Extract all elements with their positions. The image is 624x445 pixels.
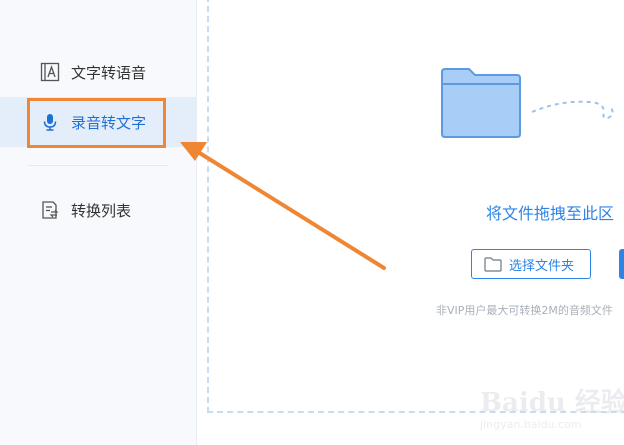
watermark-brand: Baidu 经验 (480, 388, 624, 418)
dashed-path-decoration (530, 90, 624, 134)
sidebar-item-label: 录音转文字 (71, 113, 147, 132)
choose-folder-button[interactable]: 选择文件夹 (471, 249, 591, 279)
baidu-watermark-logo: Baidu 经验 jingyan.baidu.com (478, 380, 624, 440)
sidebar: 文字转语音 录音转文字 转换列表 (0, 0, 197, 445)
sidebar-item-conversion-list[interactable]: 转换列表 (0, 185, 196, 235)
sidebar-divider (28, 165, 168, 166)
sidebar-item-text-to-speech[interactable]: 文字转语音 (0, 47, 196, 97)
folder-illustration-icon (441, 68, 521, 142)
upload-limit-text: 非VIP用户最大可转换2M的音频文件 (436, 304, 613, 317)
sidebar-item-label: 转换列表 (71, 201, 132, 220)
text-a-icon (40, 62, 60, 82)
app-window: 文字转语音 录音转文字 转换列表 将文件拖拽至此区 选择文件夹 非VIP用户最大… (0, 0, 624, 445)
list-document-icon (40, 200, 60, 220)
watermark-url: jingyan.baidu.com (480, 418, 582, 431)
drop-instruction-text: 将文件拖拽至此区 (486, 204, 615, 223)
choose-folder-label: 选择文件夹 (509, 258, 575, 274)
upload-button[interactable] (619, 249, 624, 279)
folder-icon (484, 256, 502, 272)
sidebar-item-speech-to-text[interactable]: 录音转文字 (0, 97, 196, 147)
sidebar-item-label: 文字转语音 (71, 63, 147, 82)
microphone-icon (40, 112, 60, 132)
